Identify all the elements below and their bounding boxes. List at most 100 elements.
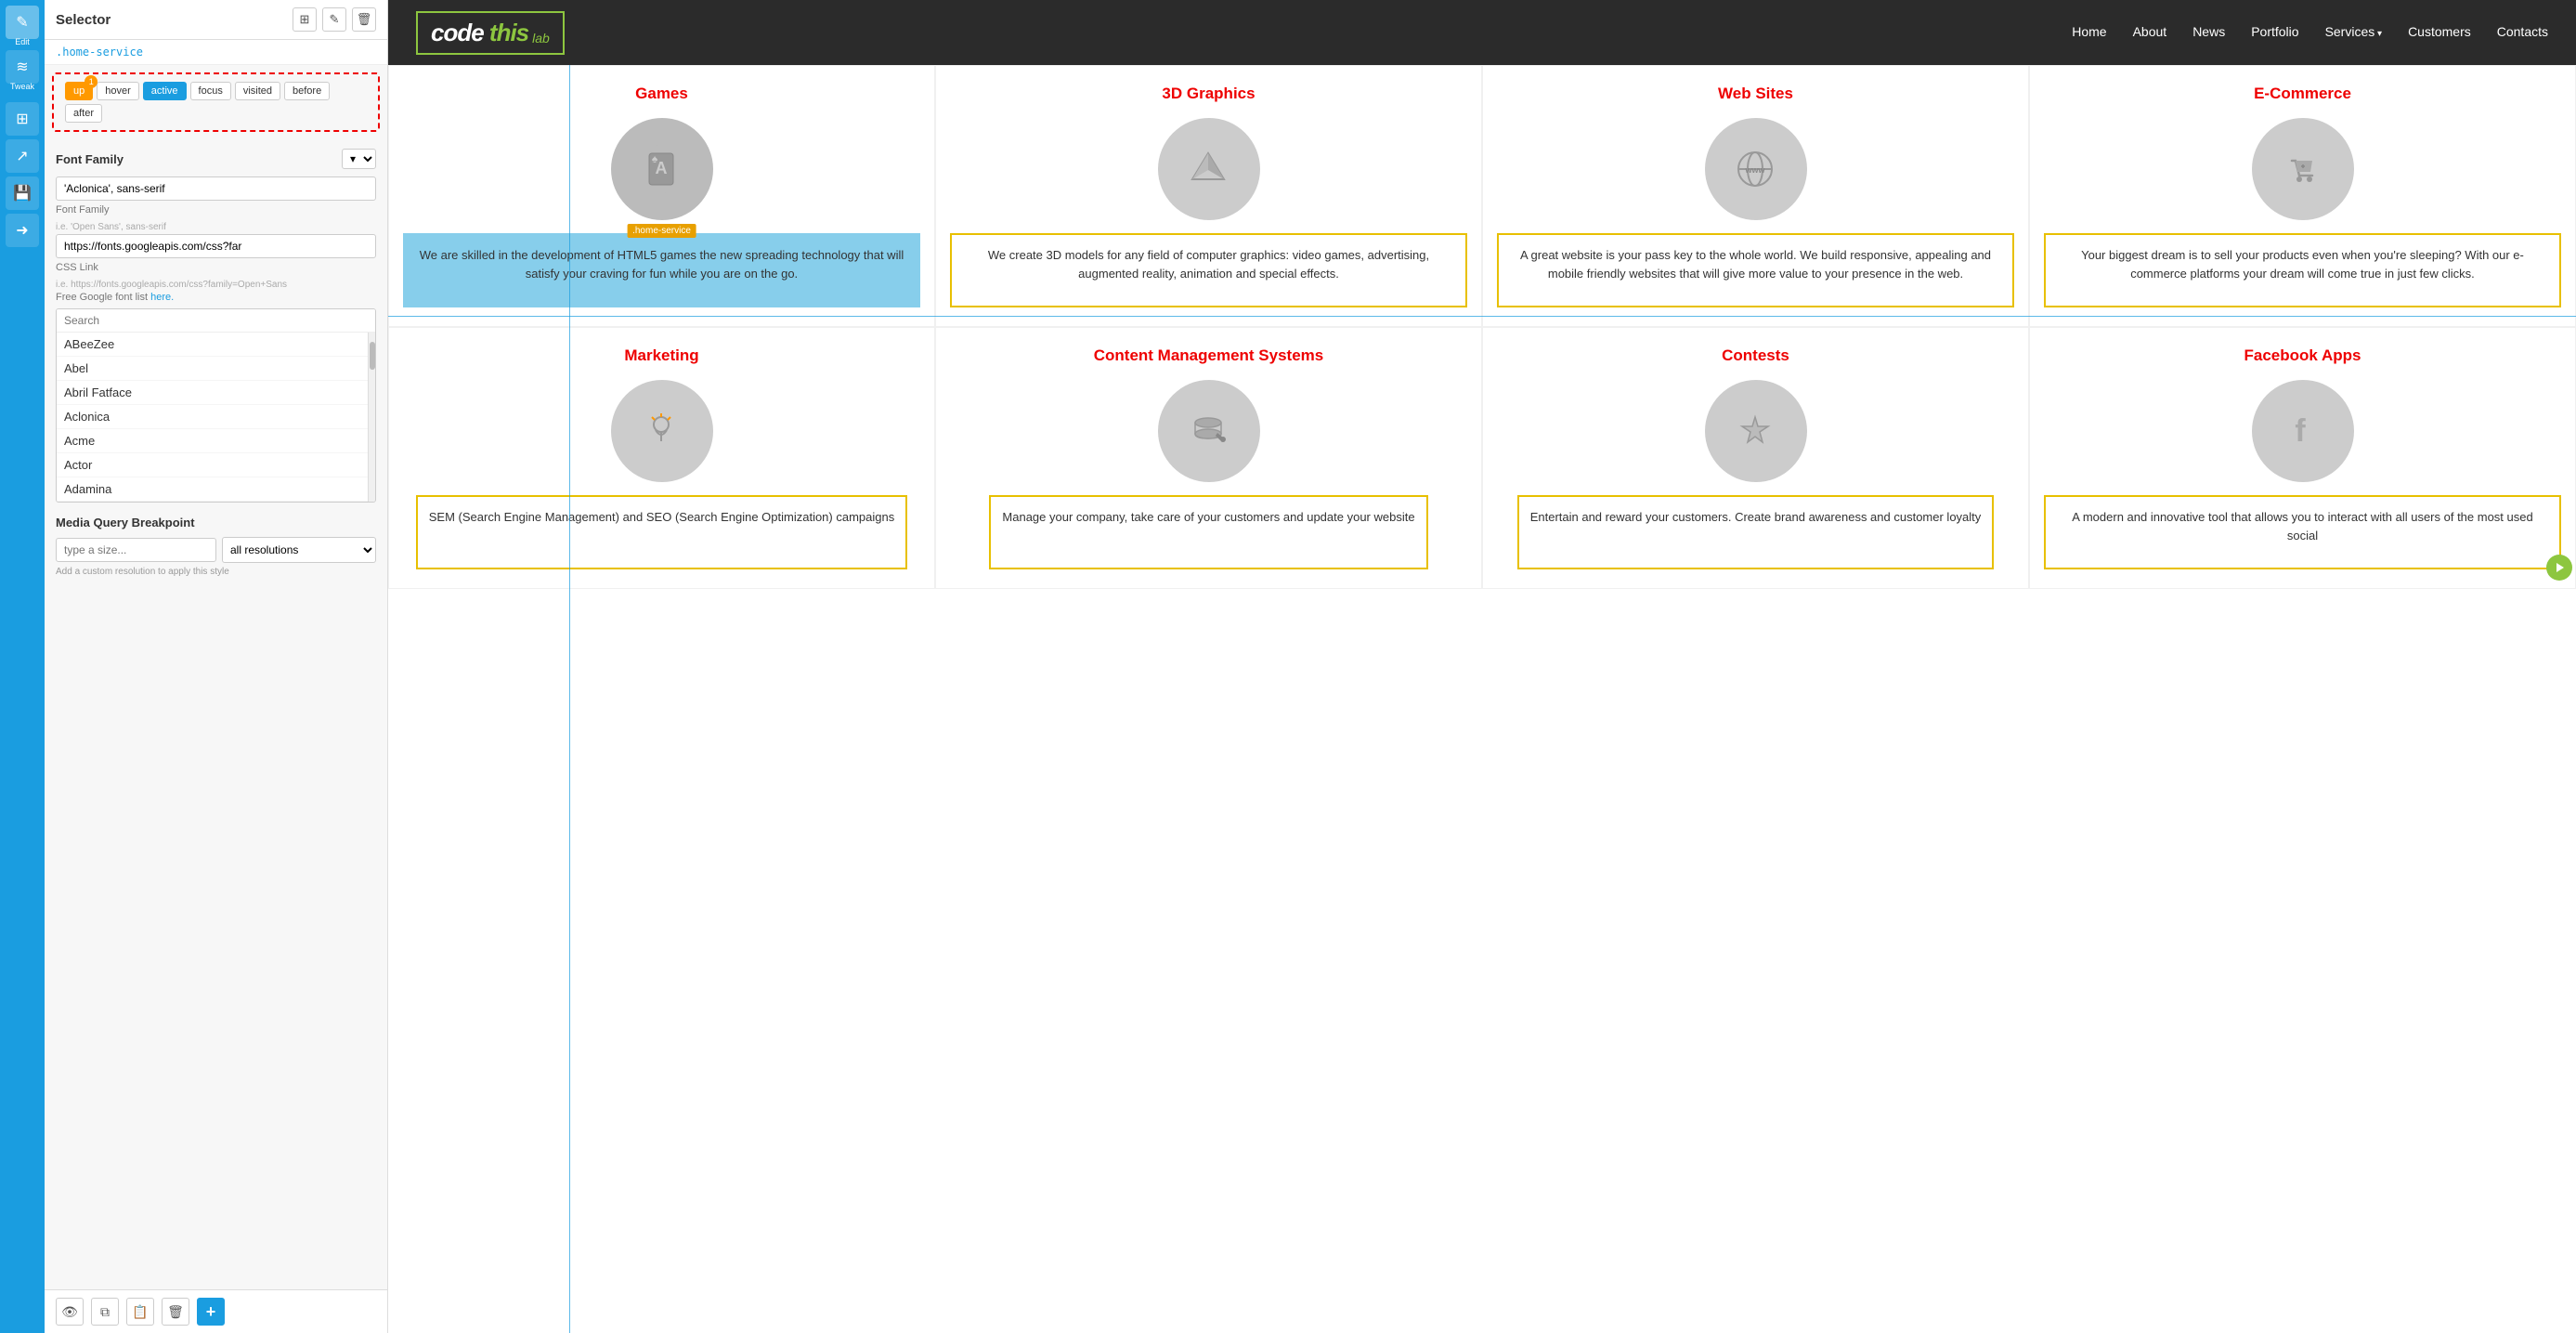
selector-panel: Selector ⊞ ✎ 🗑 .home-service up 1 hover … <box>45 0 388 1333</box>
service-title-ecommerce: E-Commerce <box>2254 85 2351 103</box>
logo-lab: lab <box>532 31 550 46</box>
resize-button[interactable]: ↗ <box>6 139 39 173</box>
nav-about[interactable]: About <box>2133 24 2167 39</box>
left-toolbar: ✎ Edit ≋ Tweak ⊞ ↗ 💾 ➜ <box>0 0 45 1333</box>
font-item[interactable]: Adamina <box>57 477 368 502</box>
edit-tweak-group: ✎ Edit <box>6 6 39 46</box>
green-arrow-icon[interactable] <box>2546 555 2572 581</box>
nav-portfolio[interactable]: Portfolio <box>2251 24 2298 39</box>
state-tab-visited[interactable]: visited <box>235 82 280 100</box>
style-button[interactable]: ⊞ <box>6 102 39 136</box>
state-tabs: up 1 hover active focus visited before a… <box>52 72 380 132</box>
up-badge: 1 <box>85 75 98 88</box>
font-family-sublabel: i.e. 'Open Sans', sans-serif <box>56 222 166 232</box>
nav-customers[interactable]: Customers <box>2408 24 2471 39</box>
mq-select[interactable]: all resolutions mobile tablet desktop <box>222 537 376 563</box>
font-search-input[interactable] <box>57 309 375 333</box>
service-icon-web: www <box>1705 118 1807 220</box>
nav-home[interactable]: Home <box>2072 24 2106 39</box>
state-tab-before[interactable]: before <box>284 82 330 100</box>
service-icon-ecommerce <box>2252 118 2354 220</box>
state-tab-active[interactable]: active <box>143 82 187 100</box>
google-font-link[interactable]: here. <box>150 292 174 303</box>
paste-button[interactable]: 📋 <box>126 1298 154 1326</box>
panel-selector: .home-service <box>45 40 387 65</box>
preview-button[interactable]: 👁 <box>56 1298 84 1326</box>
panel-body: Font Family ▾ Font Family i.e. 'Open San… <box>45 139 387 1289</box>
cms-svg-icon <box>1183 406 1234 457</box>
state-tab-up[interactable]: up 1 <box>65 82 93 100</box>
nav-logo: code this lab <box>416 11 565 55</box>
panel-delete-button[interactable]: 🗑 <box>352 7 376 32</box>
nav-links: Home About News Portfolio Services Custo… <box>2072 24 2548 41</box>
svg-text:www: www <box>1744 165 1765 175</box>
ecommerce-svg-icon <box>2277 144 2328 195</box>
delete-button[interactable]: 🗑 <box>162 1298 189 1326</box>
copy-button[interactable]: ⧉ <box>91 1298 119 1326</box>
font-family-field-label: Font Family <box>56 204 376 216</box>
contests-svg-icon <box>1730 406 1781 457</box>
font-list-scroll-thumb <box>370 342 375 370</box>
mq-hint: Add a custom resolution to apply this st… <box>56 567 376 577</box>
add-button[interactable]: + <box>197 1298 225 1326</box>
service-title-web: Web Sites <box>1718 85 1793 103</box>
edit-label: Edit <box>15 38 30 46</box>
font-family-label: Font Family <box>56 152 124 166</box>
service-icon-marketing <box>611 380 713 482</box>
panel-footer: 👁 ⧉ 📋 🗑 + <box>45 1289 387 1333</box>
service-desc-cms: Manage your company, take care of your c… <box>989 495 1427 569</box>
logo-this: this <box>489 19 528 46</box>
nav-bar: code this lab Home About News Portfolio … <box>388 0 2576 65</box>
service-desc-web: A great website is your pass key to the … <box>1497 233 2014 307</box>
font-family-dropdown[interactable]: ▾ <box>342 149 376 169</box>
service-title-games: Games <box>635 85 688 103</box>
mq-input[interactable] <box>56 538 216 562</box>
font-list: ABeeZee Abel Abril Fatface Aclonica Acme… <box>56 308 376 503</box>
services-row-2: Marketing SEM (Search Engine Management)… <box>388 327 2576 589</box>
main-content: code this lab Home About News Portfolio … <box>388 0 2576 1333</box>
font-family-section-title: Font Family ▾ <box>56 149 376 169</box>
font-item[interactable]: ABeeZee <box>57 333 368 357</box>
service-ecommerce: E-Commerce Your biggest dream is to sell… <box>2029 65 2576 327</box>
font-item[interactable]: Abel <box>57 357 368 381</box>
nav-services[interactable]: Services <box>2325 24 2383 39</box>
css-link-input[interactable] <box>56 234 376 258</box>
service-cms: Content Management Systems Manage your c… <box>935 327 1482 589</box>
svg-text:♠: ♠ <box>652 152 658 165</box>
nav-contacts[interactable]: Contacts <box>2497 24 2548 39</box>
service-desc-games: We are skilled in the development of HTM… <box>403 233 920 307</box>
state-tab-focus[interactable]: focus <box>190 82 231 100</box>
panel-edit-button[interactable]: ✎ <box>322 7 346 32</box>
font-item[interactable]: Abril Fatface <box>57 381 368 405</box>
logo-code: code <box>431 19 489 46</box>
font-list-scrollbar[interactable] <box>368 333 375 502</box>
nav-button[interactable]: ➜ <box>6 214 39 247</box>
3d-svg-icon <box>1183 144 1234 195</box>
service-desc-ecommerce: Your biggest dream is to sell your produ… <box>2044 233 2561 307</box>
tweak-button[interactable]: ≋ <box>6 50 39 84</box>
website-content: .home-service Games A ♠ We are skilled i… <box>388 65 2576 1333</box>
edit-button[interactable]: ✎ <box>6 6 39 39</box>
service-title-facebook: Facebook Apps <box>2244 346 2361 365</box>
font-family-input[interactable] <box>56 176 376 201</box>
service-desc-marketing: SEM (Search Engine Management) and SEO (… <box>416 495 907 569</box>
css-link-sublabel: i.e. https://fonts.googleapis.com/css?fa… <box>56 280 287 290</box>
panel-grid-button[interactable]: ⊞ <box>293 7 317 32</box>
font-item[interactable]: Actor <box>57 453 368 477</box>
svg-text:f: f <box>2295 413 2306 449</box>
tweak-group: ≋ Tweak <box>6 50 39 91</box>
tweak-label: Tweak <box>10 83 34 91</box>
font-item[interactable]: Aclonica <box>57 405 368 429</box>
services-row-1: .home-service Games A ♠ We are skilled i… <box>388 65 2576 327</box>
state-tab-hover[interactable]: hover <box>97 82 139 100</box>
service-3dgraphics: 3D Graphics We create 3D models for any … <box>935 65 1482 327</box>
font-item[interactable]: Acme <box>57 429 368 453</box>
save-button[interactable]: 💾 <box>6 176 39 210</box>
media-query-section: Media Query Breakpoint all resolutions m… <box>56 516 376 577</box>
service-title-cms: Content Management Systems <box>1094 346 1324 365</box>
nav-news[interactable]: News <box>2192 24 2225 39</box>
service-title-marketing: Marketing <box>624 346 698 365</box>
service-desc-3d: We create 3D models for any field of com… <box>950 233 1467 307</box>
mq-label: Media Query Breakpoint <box>56 516 195 529</box>
state-tab-after[interactable]: after <box>65 104 102 123</box>
